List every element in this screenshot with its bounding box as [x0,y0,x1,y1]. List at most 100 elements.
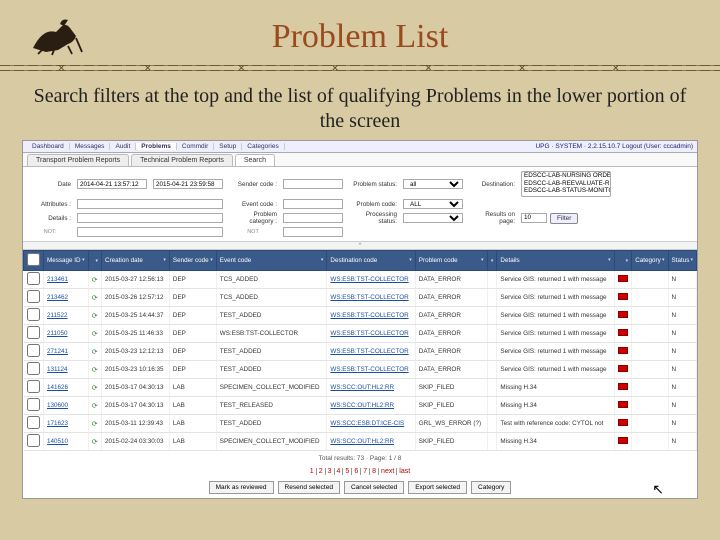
user-info[interactable]: UPG · SYSTEM · 2.2.15.10.7 Logout (User:… [535,143,693,150]
col-Category[interactable]: Category▾ [632,251,668,271]
col-Message ID[interactable]: Message ID▾ [44,251,89,271]
row-checkbox[interactable] [27,326,40,339]
message-id-link[interactable]: 213461 [47,276,68,283]
action-mark-as-reviewed[interactable]: Mark as reviewed [209,481,274,494]
col-Destination code[interactable]: Destination code▾ [327,251,415,271]
action-cancel-selected[interactable]: Cancel selected [344,481,404,494]
refresh-icon[interactable]: ⟳ [92,367,98,374]
destination-link[interactable]: WS:SCC:ESB:DT:ICE-CIS [330,420,404,427]
problem-code-select[interactable]: ALL [403,199,463,209]
page-7[interactable]: 7 [361,468,370,475]
table-row: 213462⟳2015-03-26 12:57:12DEPTCS_ADDEDWS… [24,289,697,307]
subtab-transport-problem-reports[interactable]: Transport Problem Reports [27,154,129,166]
page-2[interactable]: 2 [317,468,326,475]
results-on-page-input[interactable] [521,213,547,223]
col-Creation date[interactable]: Creation date▾ [102,251,170,271]
col-0[interactable] [24,251,44,271]
refresh-icon[interactable]: ⟳ [92,313,98,320]
destination-link[interactable]: WS:SCC:OUT:HL2:RR [330,438,394,445]
refresh-icon[interactable]: ⟳ [92,421,98,428]
nav-tab-dashboard[interactable]: Dashboard [27,143,70,150]
nav-tab-problems[interactable]: Problems [136,143,177,150]
action-resend-selected[interactable]: Resend selected [278,481,340,494]
destination-link[interactable]: WS:ESB:TST-COLLECTOR [330,348,408,355]
destination-link[interactable]: WS:ESB:TST-COLLECTOR [330,366,408,373]
row-checkbox[interactable] [27,290,40,303]
row-checkbox[interactable] [27,344,40,357]
subtab-search[interactable]: Search [235,154,275,166]
nav-tab-commdir[interactable]: Commdir [177,143,214,150]
subtab-technical-problem-reports[interactable]: Technical Problem Reports [131,154,233,166]
sender-label: Sender code : [229,181,277,188]
message-id-link[interactable]: 140510 [47,438,68,445]
nav-tab-audit[interactable]: Audit [110,143,136,150]
message-id-link[interactable]: 131124 [47,366,68,373]
attributes-input[interactable] [77,199,223,209]
page-last[interactable]: last [397,468,412,475]
date-to-input[interactable] [153,179,223,189]
refresh-icon[interactable]: ⟳ [92,403,98,410]
row-checkbox[interactable] [27,416,40,429]
destination-link[interactable]: WS:ESB:TST-COLLECTOR [330,312,408,319]
page-next[interactable]: next [379,468,397,475]
row-checkbox[interactable] [27,434,40,447]
message-id-link[interactable]: 171623 [47,420,68,427]
col-2[interactable]: ▾ [88,251,101,271]
refresh-icon[interactable]: ⟳ [92,349,98,356]
nav-tab-setup[interactable]: Setup [214,143,242,150]
refresh-icon[interactable]: ⟳ [92,439,98,446]
message-id-link[interactable]: 141626 [47,384,68,391]
page-6[interactable]: 6 [352,468,361,475]
sender-input[interactable] [283,179,343,189]
cell-problem: DATA_ERROR [415,307,487,325]
nav-tab-categories[interactable]: Categories [242,143,284,150]
collapse-handle[interactable]: ⌃ [23,242,697,250]
col-10[interactable]: ▾ [614,251,632,271]
col-8[interactable]: ▾ [487,251,497,271]
col-Status[interactable]: Status▾ [668,251,696,271]
destination-link[interactable]: WS:SCC:OUT:HL2:RR [330,402,394,409]
date-from-input[interactable] [77,179,147,189]
cell-problem: DATA_ERROR [415,361,487,379]
page-1[interactable]: 1 [308,468,317,475]
event-input[interactable] [283,199,343,209]
row-checkbox[interactable] [27,398,40,411]
col-Sender code[interactable]: Sender code▾ [169,251,216,271]
destination-link[interactable]: WS:ESB:TST-COLLECTOR [330,294,408,301]
refresh-icon[interactable]: ⟳ [92,295,98,302]
message-id-link[interactable]: 211050 [47,330,68,337]
message-id-link[interactable]: 213462 [47,294,68,301]
row-checkbox[interactable] [27,272,40,285]
col-Event code[interactable]: Event code▾ [216,251,327,271]
message-id-link[interactable]: 130600 [47,402,68,409]
attributes-not-input[interactable] [77,227,223,237]
col-Problem code[interactable]: Problem code▾ [415,251,487,271]
row-checkbox[interactable] [27,380,40,393]
refresh-icon[interactable]: ⟳ [92,385,98,392]
page-5[interactable]: 5 [343,468,352,475]
page-3[interactable]: 3 [326,468,335,475]
select-all-checkbox[interactable] [27,253,40,266]
action-export-selected[interactable]: Export selected [408,481,467,494]
col-Details[interactable]: Details▾ [497,251,614,271]
message-id-link[interactable]: 271241 [47,348,68,355]
destination-link[interactable]: WS:SCC:OUT:HL2:RR [330,384,394,391]
problem-category-input[interactable] [283,213,343,223]
row-checkbox[interactable] [27,308,40,321]
filter-button[interactable]: Filter [550,213,578,224]
details-input[interactable] [77,213,223,223]
row-checkbox[interactable] [27,362,40,375]
refresh-icon[interactable]: ⟳ [92,331,98,338]
nav-tab-messages[interactable]: Messages [70,143,111,150]
destination-link[interactable]: WS:ESB:TST-COLLECTOR [330,330,408,337]
cell-problem: DATA_ERROR [415,271,487,289]
destination-list[interactable]: EDSCC-LAB-NURSING ORDER ENTRYEDSCC-LAB-R… [521,171,611,197]
destination-link[interactable]: WS:ESB:TST-COLLECTOR [330,276,408,283]
action-category[interactable]: Category [471,481,511,494]
page-8[interactable]: 8 [370,468,379,475]
processing-status-select[interactable] [403,213,463,223]
problem-status-select[interactable]: all [403,179,463,189]
sender-not-input[interactable] [283,227,343,237]
message-id-link[interactable]: 211522 [47,312,68,319]
refresh-icon[interactable]: ⟳ [92,277,98,284]
